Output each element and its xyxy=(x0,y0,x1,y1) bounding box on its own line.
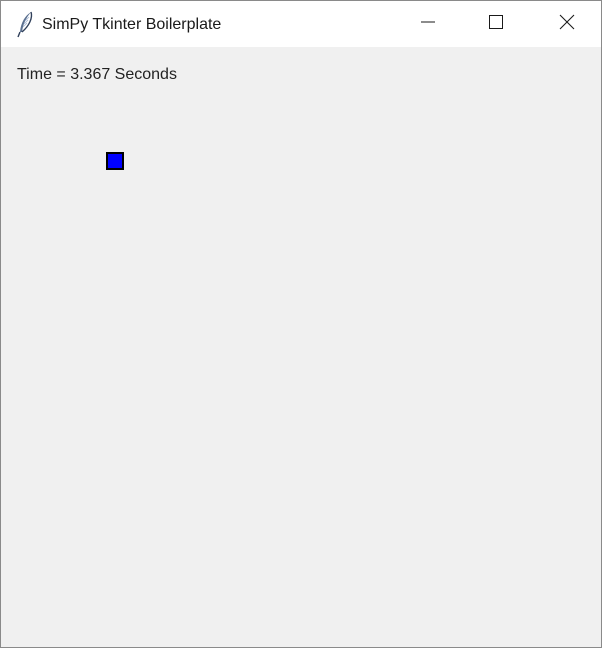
feather-icon xyxy=(15,10,37,38)
window-title: SimPy Tkinter Boilerplate xyxy=(42,16,222,33)
maximize-button[interactable] xyxy=(462,1,530,47)
minimize-button[interactable] xyxy=(394,1,462,47)
minimize-icon xyxy=(420,14,436,35)
close-icon xyxy=(559,14,575,35)
client-area: Time = 3.367 Seconds xyxy=(1,47,601,647)
title-bar[interactable]: SimPy Tkinter Boilerplate xyxy=(1,1,601,47)
maximize-icon xyxy=(488,14,504,35)
time-label: Time = 3.367 Seconds xyxy=(17,66,177,83)
close-button[interactable] xyxy=(533,1,601,47)
entity-square xyxy=(106,152,124,170)
simulation-canvas xyxy=(1,97,601,647)
app-window: SimPy Tkinter Boilerplate Time = 3.367 S… xyxy=(0,0,602,648)
